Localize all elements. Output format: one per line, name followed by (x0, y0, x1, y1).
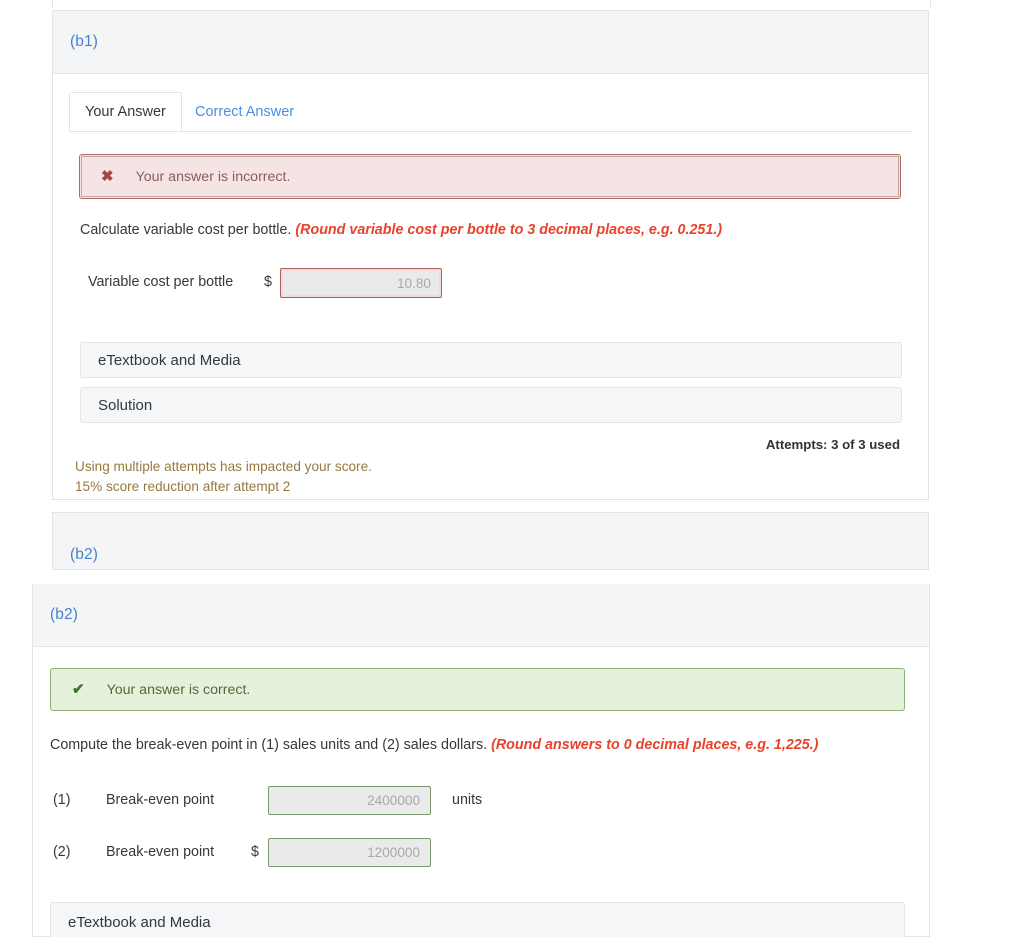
question-card-b2-clipped: (b2) (52, 512, 929, 570)
card-header-b1: (b1) (53, 11, 928, 74)
variable-cost-input[interactable] (280, 268, 442, 298)
part-label-b2-clipped: (b2) (70, 546, 98, 563)
alert-correct-text: Your answer is correct. (106, 681, 251, 698)
tab-correct-answer-label: Correct Answer (195, 104, 295, 120)
x-mark-icon: ✖ (101, 168, 114, 185)
alert-correct: ✔ Your answer is correct. (50, 668, 905, 711)
tab-your-answer[interactable]: Your Answer (69, 92, 182, 131)
screenshot-capture-top: (b1) Your Answer Correct Answer ✖ Your a… (0, 0, 1024, 570)
accordion-etextbook-media-b2[interactable]: eTextbook and Media (50, 902, 905, 937)
answer-row-number-2: (2) (53, 844, 71, 860)
answer-row-number-1: (1) (53, 792, 71, 808)
accordion-etextbook-media-b1[interactable]: eTextbook and Media (80, 342, 902, 378)
question-prompt-b1: Calculate variable cost per bottle. (Rou… (80, 222, 722, 238)
card-header-b2: (b2) (33, 584, 929, 647)
check-mark-icon: ✔ (72, 681, 85, 698)
accordion-etextbook-label-b1: eTextbook and Media (98, 351, 241, 369)
score-reduction-message: 15% score reduction after attempt 2 (75, 479, 291, 494)
part-label-b2: (b2) (50, 606, 78, 623)
question-hint-text-b2: (Round answers to 0 decimal places, e.g.… (491, 737, 819, 753)
card-body-b1: Your Answer Correct Answer ✖ Your answer… (53, 74, 928, 501)
tab-correct-answer[interactable]: Correct Answer (179, 92, 310, 131)
accordion-solution-b1[interactable]: Solution (80, 387, 902, 423)
card-body-b2: ✔ Your answer is correct. Compute the br… (33, 647, 929, 937)
answer-label-variable-cost: Variable cost per bottle (88, 274, 234, 290)
attempts-counter: Attempts: 3 of 3 used (765, 437, 900, 452)
break-even-units-input[interactable] (268, 786, 431, 815)
part-label-b1: (b1) (70, 33, 98, 50)
currency-symbol-b1: $ (264, 274, 272, 290)
alert-incorrect-text: Your answer is incorrect. (135, 168, 291, 185)
alert-incorrect: ✖ Your answer is incorrect. (79, 154, 901, 199)
currency-symbol-b2: $ (251, 844, 259, 860)
question-card-b2: (b2) ✔ Your answer is correct. Compute t… (32, 584, 930, 937)
question-hint-text: (Round variable cost per bottle to 3 dec… (295, 222, 723, 238)
score-impact-message: Using multiple attempts has impacted you… (75, 459, 372, 474)
accordion-solution-label-b1: Solution (98, 396, 153, 414)
card-header-b2-clipped: (b2) (53, 513, 928, 569)
question-prompt-b2: Compute the break-even point in (1) sale… (50, 737, 818, 753)
break-even-dollars-input[interactable] (268, 838, 431, 867)
tab-your-answer-label: Your Answer (85, 104, 166, 120)
question-card-b1: (b1) Your Answer Correct Answer ✖ Your a… (52, 10, 929, 500)
answer-tabs: Your Answer Correct Answer (69, 92, 912, 132)
accordion-etextbook-label-b2: eTextbook and Media (68, 913, 211, 931)
answer-label-break-even-units: Break-even point (106, 792, 215, 808)
unit-label-units: units (452, 792, 483, 808)
page-container-rail (52, 0, 931, 8)
answer-label-break-even-dollars: Break-even point (106, 844, 215, 860)
question-prompt-text: Calculate variable cost per bottle. (80, 222, 292, 238)
screenshot-capture-bottom: (b2) ✔ Your answer is correct. Compute t… (0, 584, 1024, 937)
question-prompt-text-b2: Compute the break-even point in (1) sale… (50, 737, 488, 753)
